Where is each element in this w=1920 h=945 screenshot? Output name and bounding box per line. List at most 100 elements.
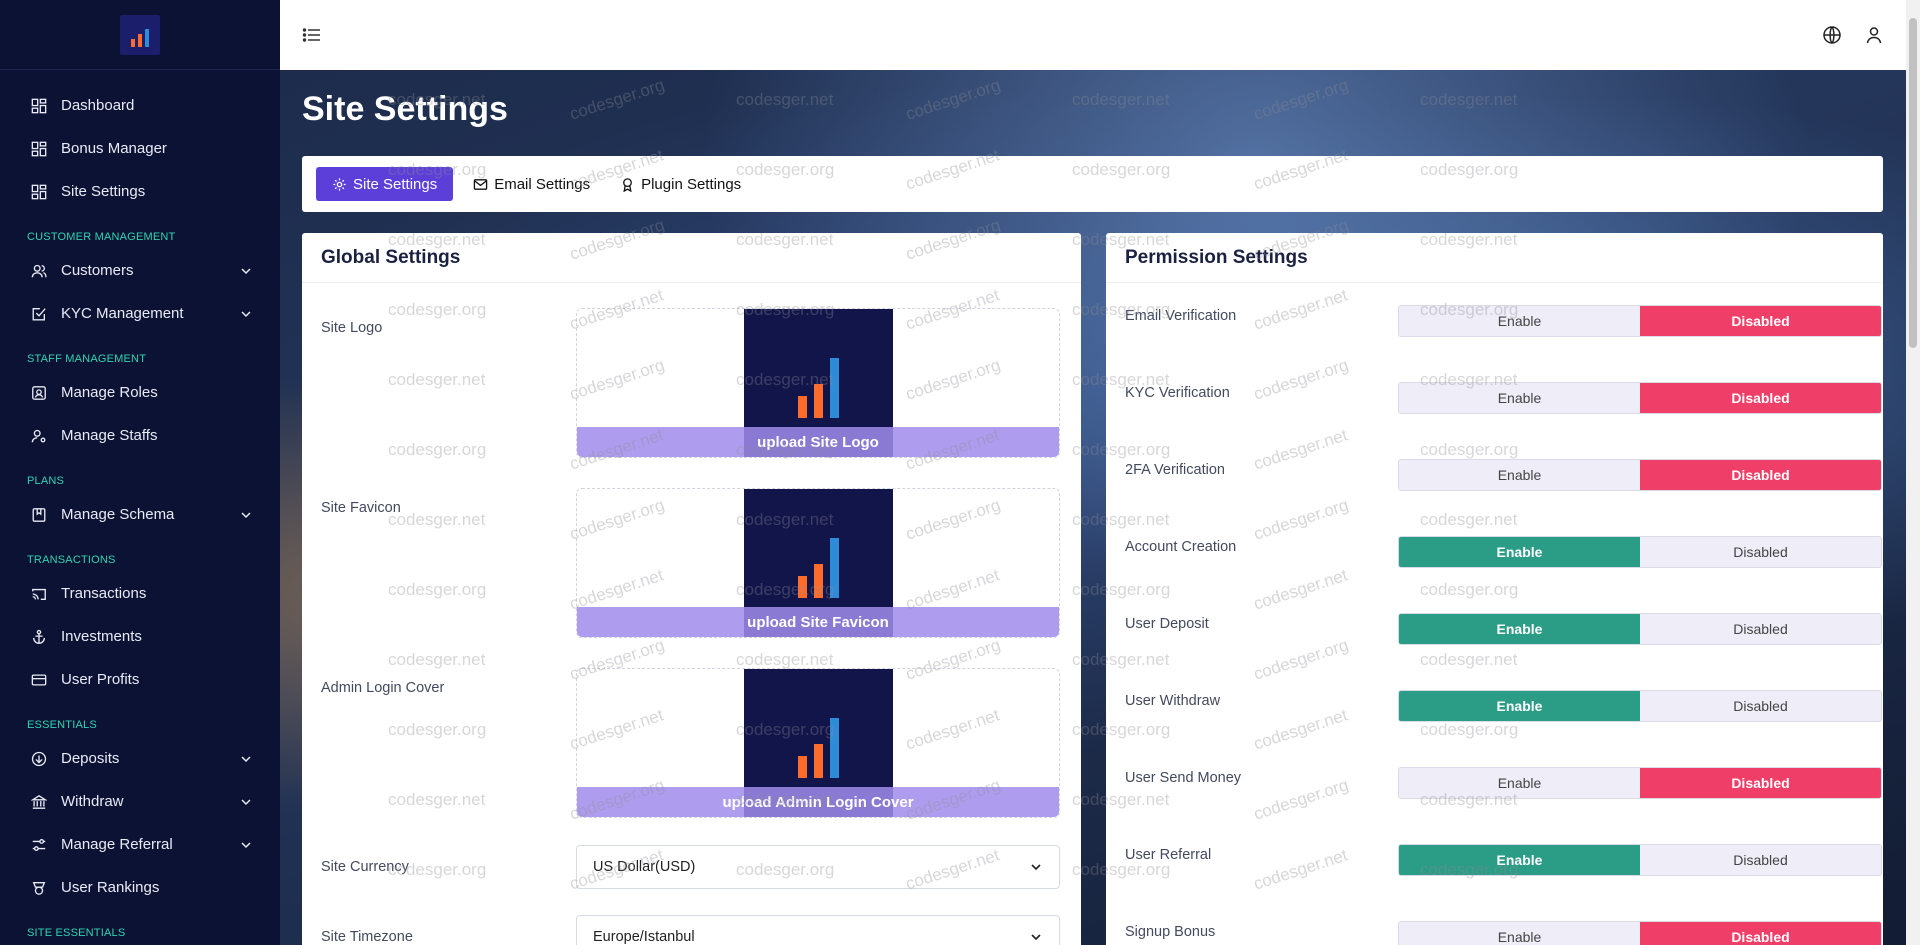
chevron-down-icon: [1031, 864, 1041, 871]
tab-email-settings[interactable]: Email Settings: [473, 167, 600, 201]
sidebar-item-site-settings[interactable]: Site Settings: [0, 170, 280, 213]
admin-login-cover-label: Admin Login Cover: [321, 680, 445, 696]
watermark-text: codesger.org: [1251, 75, 1351, 124]
permission-row-user-withdraw: User Withdraw Enable Disabled: [1125, 690, 1882, 722]
enable-option[interactable]: Enable: [1399, 614, 1640, 644]
permission-toggle: Enable Disabled: [1398, 613, 1882, 645]
sidebar-item-manage-schema[interactable]: Manage Schema: [0, 493, 280, 536]
checklist-icon: [30, 305, 48, 323]
enable-option[interactable]: Enable: [1399, 691, 1640, 721]
permission-row-user-deposit: User Deposit Enable Disabled: [1125, 613, 1882, 645]
permission-label: User Referral: [1125, 847, 1212, 863]
sidebar-item-user-rankings[interactable]: User Rankings: [0, 866, 280, 909]
sidebar-logo-area: [0, 0, 280, 70]
sidebar-item-transactions[interactable]: Transactions: [0, 572, 280, 615]
site-timezone-label: Site Timezone: [321, 929, 413, 945]
site-favicon-upload[interactable]: upload Site Favicon: [576, 488, 1060, 638]
site-favicon-label: Site Favicon: [321, 500, 401, 516]
site-currency-select[interactable]: US Dollar(USD): [576, 845, 1060, 889]
admin-login-cover-upload[interactable]: upload Admin Login Cover: [576, 668, 1060, 818]
scrollbar-thumb[interactable]: [1909, 18, 1917, 348]
cast-icon: [30, 585, 48, 603]
sidebar-item-label: KYC Management: [61, 305, 184, 322]
disabled-option[interactable]: Disabled: [1640, 845, 1881, 875]
book-icon: [30, 506, 48, 524]
sidebar-section-title: TRANSACTIONS: [27, 554, 116, 566]
sidebar-menu: Dashboard Bonus Manager Site Settings CU…: [0, 70, 280, 945]
sidebar-item-kyc-management[interactable]: KYC Management: [0, 292, 280, 335]
anchor-icon: [30, 628, 48, 646]
permission-toggle: Enable Disabled: [1398, 459, 1882, 491]
chevron-down-icon: [241, 310, 251, 317]
sidebar-section-title: PLANS: [27, 475, 65, 487]
sidebar-section-title: SITE ESSENTIALS: [27, 927, 126, 939]
disabled-option[interactable]: Disabled: [1640, 306, 1881, 336]
tab-site-settings[interactable]: Site Settings: [316, 167, 454, 201]
enable-option[interactable]: Enable: [1399, 537, 1640, 567]
topbar: [280, 0, 1906, 70]
menu-list-icon[interactable]: [302, 25, 322, 45]
permission-toggle: Enable Disabled: [1398, 382, 1882, 414]
id-card-icon: [30, 384, 48, 402]
chevron-down-icon: [241, 511, 251, 518]
enable-option[interactable]: Enable: [1399, 306, 1640, 336]
select-value: Europe/Istanbul: [593, 929, 695, 945]
enable-option[interactable]: Enable: [1399, 383, 1640, 413]
disabled-option[interactable]: Disabled: [1640, 537, 1881, 567]
enable-option[interactable]: Enable: [1399, 768, 1640, 798]
disabled-option[interactable]: Disabled: [1640, 768, 1881, 798]
site-logo-upload[interactable]: upload Site Logo: [576, 308, 1060, 458]
arrow-circle-icon: [30, 750, 48, 768]
sidebar: Dashboard Bonus Manager Site Settings CU…: [0, 0, 280, 945]
sidebar-item-manage-staffs[interactable]: Manage Staffs: [0, 414, 280, 457]
permission-row-user-send-money: User Send Money Enable Disabled: [1125, 767, 1882, 799]
sidebar-item-label: Investments: [61, 628, 142, 645]
permission-label: Account Creation: [1125, 539, 1237, 555]
tab-plugin-settings[interactable]: Plugin Settings: [620, 167, 751, 201]
site-timezone-select[interactable]: Europe/Istanbul: [576, 915, 1060, 945]
sidebar-item-deposits[interactable]: Deposits: [0, 737, 280, 780]
sidebar-item-label: Manage Roles: [61, 384, 158, 401]
sliders-icon: [30, 836, 48, 854]
sidebar-item-user-profits[interactable]: User Profits: [0, 658, 280, 701]
watermark-text: codesger.org: [567, 75, 667, 124]
enable-option[interactable]: Enable: [1399, 460, 1640, 490]
user-icon[interactable]: [1864, 25, 1884, 45]
permission-row-signup-bonus: Signup Bonus Enable Disabled: [1125, 921, 1882, 945]
permission-toggle: Enable Disabled: [1398, 536, 1882, 568]
users-icon: [30, 262, 48, 280]
sidebar-item-dashboard[interactable]: Dashboard: [0, 84, 280, 127]
upload-caption: upload Site Logo: [577, 427, 1059, 457]
disabled-option[interactable]: Disabled: [1640, 383, 1881, 413]
sidebar-item-investments[interactable]: Investments: [0, 615, 280, 658]
sidebar-item-manage-roles[interactable]: Manage Roles: [0, 371, 280, 414]
disabled-option[interactable]: Disabled: [1640, 922, 1881, 945]
global-settings-panel: Global Settings Site Logo upload Site Lo…: [302, 233, 1081, 945]
app-logo[interactable]: [120, 14, 160, 55]
sidebar-section-title: ESSENTIALS: [27, 719, 97, 731]
disabled-option[interactable]: Disabled: [1640, 460, 1881, 490]
enable-option[interactable]: Enable: [1399, 922, 1640, 945]
globe-icon[interactable]: [1822, 25, 1842, 45]
main-content: Site Settings Site Settings Email Settin…: [280, 70, 1906, 945]
sidebar-item-label: Deposits: [61, 750, 120, 767]
chevron-down-icon: [241, 267, 251, 274]
permission-label: KYC Verification: [1125, 385, 1230, 401]
sidebar-item-label: User Rankings: [61, 879, 160, 896]
chevron-down-icon: [241, 841, 251, 848]
sidebar-item-customers[interactable]: Customers: [0, 249, 280, 292]
award-icon: [30, 879, 48, 897]
permission-label: Signup Bonus: [1125, 924, 1216, 940]
sidebar-item-bonus-manager[interactable]: Bonus Manager: [0, 127, 280, 170]
site-currency-label: Site Currency: [321, 859, 409, 875]
permission-row-email-verification: Email Verification Enable Disabled: [1125, 305, 1882, 337]
sidebar-item-withdraw[interactable]: Withdraw: [0, 780, 280, 823]
enable-option[interactable]: Enable: [1399, 845, 1640, 875]
sidebar-item-label: Manage Schema: [61, 506, 175, 523]
page-scrollbar[interactable]: [1906, 0, 1920, 945]
sidebar-item-manage-referral[interactable]: Manage Referral: [0, 823, 280, 866]
chevron-down-icon: [1031, 934, 1041, 941]
disabled-option[interactable]: Disabled: [1640, 614, 1881, 644]
disabled-option[interactable]: Disabled: [1640, 691, 1881, 721]
permission-label: User Send Money: [1125, 770, 1242, 786]
